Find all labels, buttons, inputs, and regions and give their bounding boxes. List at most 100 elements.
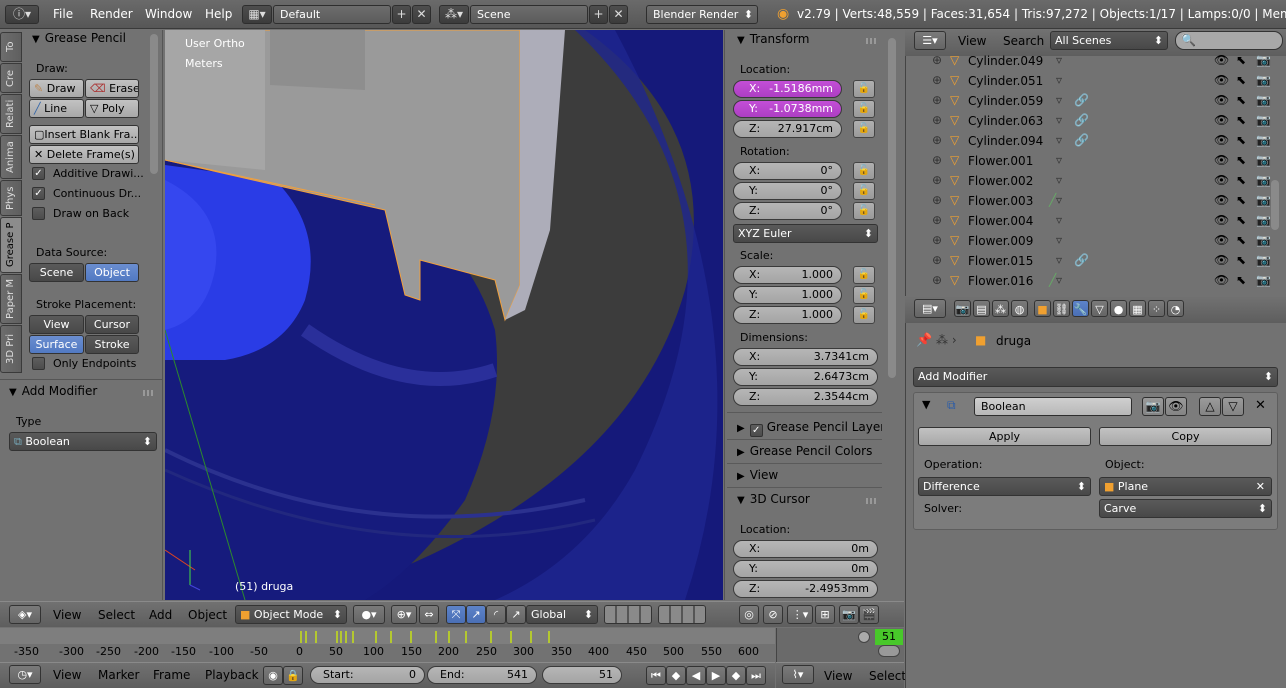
outliner-row[interactable]: ⊕ ▽ Cylinder.063 ▿ 🔗 👁 ⬉ 📷: [916, 111, 1282, 131]
rotation-y-field[interactable]: Y: 0°: [733, 182, 842, 200]
insert-blank-frame-button[interactable]: ▢Insert Blank Fra...: [29, 125, 139, 144]
prev-keyframe-icon[interactable]: ◆: [666, 666, 686, 685]
grease-pencil-panel-header[interactable]: ▼ Grease Pencil: [32, 31, 126, 45]
boolean-object-field[interactable]: ■ Plane ✕: [1099, 477, 1272, 496]
constraints-tab-icon[interactable]: ⛓: [1053, 300, 1070, 317]
placement-stroke-button[interactable]: Stroke: [85, 335, 139, 354]
material-tab-icon[interactable]: ●: [1110, 300, 1127, 317]
scale-x-field[interactable]: X: 1.000: [733, 266, 842, 284]
outliner-item-name[interactable]: Cylinder.059: [968, 94, 1043, 108]
object-tab-icon[interactable]: ■: [1034, 300, 1051, 317]
3d-cursor-panel-header[interactable]: ▼ 3D Cursor: [737, 492, 810, 506]
gp-erase-button[interactable]: ⌫ Erase: [85, 79, 139, 98]
lock-location-y-icon[interactable]: 🔓: [853, 100, 875, 118]
selectability-cursor-icon[interactable]: ⬉: [1236, 113, 1246, 127]
panel-grip[interactable]: [143, 390, 155, 396]
tab-animation[interactable]: Anima: [0, 135, 22, 179]
visibility-eye-icon[interactable]: 👁: [1214, 273, 1229, 287]
data-source-object-button[interactable]: Object: [85, 263, 139, 282]
next-keyframe-icon[interactable]: ◆: [726, 666, 746, 685]
visibility-eye-icon[interactable]: 👁: [1214, 173, 1229, 187]
renderability-camera-icon[interactable]: 📷: [1256, 113, 1271, 127]
graph-menu-view[interactable]: View: [824, 669, 852, 683]
scene-tab-icon[interactable]: ⁂: [992, 300, 1009, 317]
panel-grip[interactable]: [866, 498, 878, 504]
rotation-mode-dropdown[interactable]: XYZ Euler ⬍: [733, 224, 878, 243]
jump-end-icon[interactable]: ⏭: [746, 666, 766, 685]
cursor-y-field[interactable]: Y: 0m: [733, 560, 878, 578]
snap-toggle-icon[interactable]: ⊘: [763, 605, 783, 624]
object-mode-dropdown[interactable]: ■ Object Mode ⬍: [235, 605, 347, 624]
outliner-menu-search[interactable]: Search: [1003, 34, 1044, 48]
selectability-cursor-icon[interactable]: ⬉: [1236, 253, 1246, 267]
renderability-camera-icon[interactable]: 📷: [1256, 133, 1271, 147]
viewport-shading-icon[interactable]: ●▾: [353, 605, 385, 624]
play-icon[interactable]: ▶: [706, 666, 726, 685]
lock-rotation-y-icon[interactable]: 🔓: [853, 182, 875, 200]
record-icon[interactable]: ◉: [263, 666, 283, 685]
visibility-eye-icon[interactable]: 👁: [1214, 113, 1229, 127]
visibility-eye-icon[interactable]: 👁: [1214, 153, 1229, 167]
viewport-menu-object[interactable]: Object: [188, 608, 227, 622]
snap-element-icon[interactable]: ⋮▾: [787, 605, 813, 624]
jump-start-icon[interactable]: ⏮: [646, 666, 666, 685]
modifiers-tab-icon[interactable]: 🔧: [1072, 300, 1089, 317]
location-z-field[interactable]: Z: 27.917cm: [733, 120, 842, 138]
render-camera-icon[interactable]: 📷: [839, 605, 859, 624]
physics-tab-icon[interactable]: ◔: [1167, 300, 1184, 317]
snap-target-icon[interactable]: ⊞: [815, 605, 835, 624]
outliner-item-name[interactable]: Cylinder.094: [968, 134, 1043, 148]
solver-dropdown[interactable]: Carve ⬍: [1099, 499, 1272, 518]
timeline-menu-playback[interactable]: Playback: [205, 668, 259, 682]
world-tab-icon[interactable]: ◍: [1011, 300, 1028, 317]
scene-field[interactable]: Scene: [470, 5, 588, 24]
transform-panel-header[interactable]: ▼ Transform: [737, 32, 809, 46]
info-editor-type-icon[interactable]: ⓘ▾: [5, 5, 39, 24]
scene-icon[interactable]: ⁂▾: [439, 5, 469, 24]
delete-frames-button[interactable]: ✕ Delete Frame(s): [29, 145, 139, 164]
outliner-filter-dropdown[interactable]: All Scenes ⬍: [1050, 31, 1168, 50]
graph-editor-handle[interactable]: [858, 631, 870, 643]
manipulator-toggle-icon[interactable]: ⇔: [419, 605, 439, 624]
gp-draw-button[interactable]: ✎ Draw: [29, 79, 84, 98]
gp-layers-checkbox[interactable]: ✓: [749, 424, 763, 437]
cursor-x-field[interactable]: X: 0m: [733, 540, 878, 558]
gp-layers-panel-header[interactable]: ▶ ✓ Grease Pencil Layers: [737, 420, 882, 437]
lock-scale-x-icon[interactable]: 🔓: [853, 266, 875, 284]
draw-on-back-checkbox[interactable]: [32, 207, 45, 220]
expand-icon[interactable]: ⊕: [932, 233, 942, 247]
data-tab-icon[interactable]: ▽: [1091, 300, 1108, 317]
selectability-cursor-icon[interactable]: ⬉: [1236, 173, 1246, 187]
menu-help[interactable]: Help: [205, 7, 232, 21]
modifier-remove-icon[interactable]: ✕: [1255, 398, 1266, 413]
outliner-row[interactable]: ⊕ ▽ Cylinder.051 ▿ 👁 ⬉ 📷: [916, 71, 1282, 91]
lock-location-z-icon[interactable]: 🔓: [853, 120, 875, 138]
remove-scene-icon[interactable]: ✕: [609, 5, 628, 24]
modifier-move-down-icon[interactable]: ▽: [1222, 397, 1244, 416]
renderability-camera-icon[interactable]: 📷: [1256, 273, 1271, 287]
lock-scale-z-icon[interactable]: 🔓: [853, 306, 875, 324]
editor-type-properties-icon[interactable]: ▤▾: [914, 299, 946, 318]
modifier-viewport-toggle-icon[interactable]: 👁: [1165, 397, 1187, 416]
outliner-row[interactable]: ⊕ ▽ Flower.016 ▿ ╱ 👁 ⬉ 📷: [916, 271, 1282, 291]
menu-window[interactable]: Window: [145, 7, 192, 21]
dimension-y-field[interactable]: Y: 2.6473cm: [733, 368, 878, 386]
modifier-type-dropdown[interactable]: ⧉ Boolean ⬍: [9, 432, 157, 451]
tab-tools[interactable]: To: [0, 32, 22, 62]
lock-rotation-z-icon[interactable]: 🔓: [853, 202, 875, 220]
tool-shelf-scrollbar[interactable]: [150, 34, 158, 174]
dimension-x-field[interactable]: X: 3.7341cm: [733, 348, 878, 366]
rotate-manipulator-icon[interactable]: ↗: [466, 605, 486, 624]
modifier-move-up-icon[interactable]: △: [1199, 397, 1221, 416]
start-frame-field[interactable]: Start: 0: [310, 666, 425, 684]
outliner-row[interactable]: ⊕ ▽ Cylinder.094 ▿ 🔗 👁 ⬉ 📷: [916, 131, 1282, 151]
outliner-row[interactable]: ⊕ ▽ Flower.003 ▿ ╱ 👁 ⬉ 📷: [916, 191, 1282, 211]
data-source-scene-button[interactable]: Scene: [29, 263, 84, 282]
translate-manipulator-icon[interactable]: ⤧: [446, 605, 466, 624]
renderability-camera-icon[interactable]: 📷: [1256, 53, 1271, 67]
editor-type-timeline-icon[interactable]: ◷▾: [9, 665, 41, 684]
outliner-item-name[interactable]: Flower.002: [968, 174, 1033, 188]
location-x-field[interactable]: X: -1.5186mm: [733, 80, 842, 98]
render-tab-icon[interactable]: 📷: [954, 300, 971, 317]
layers-grid-icon[interactable]: [604, 605, 652, 624]
